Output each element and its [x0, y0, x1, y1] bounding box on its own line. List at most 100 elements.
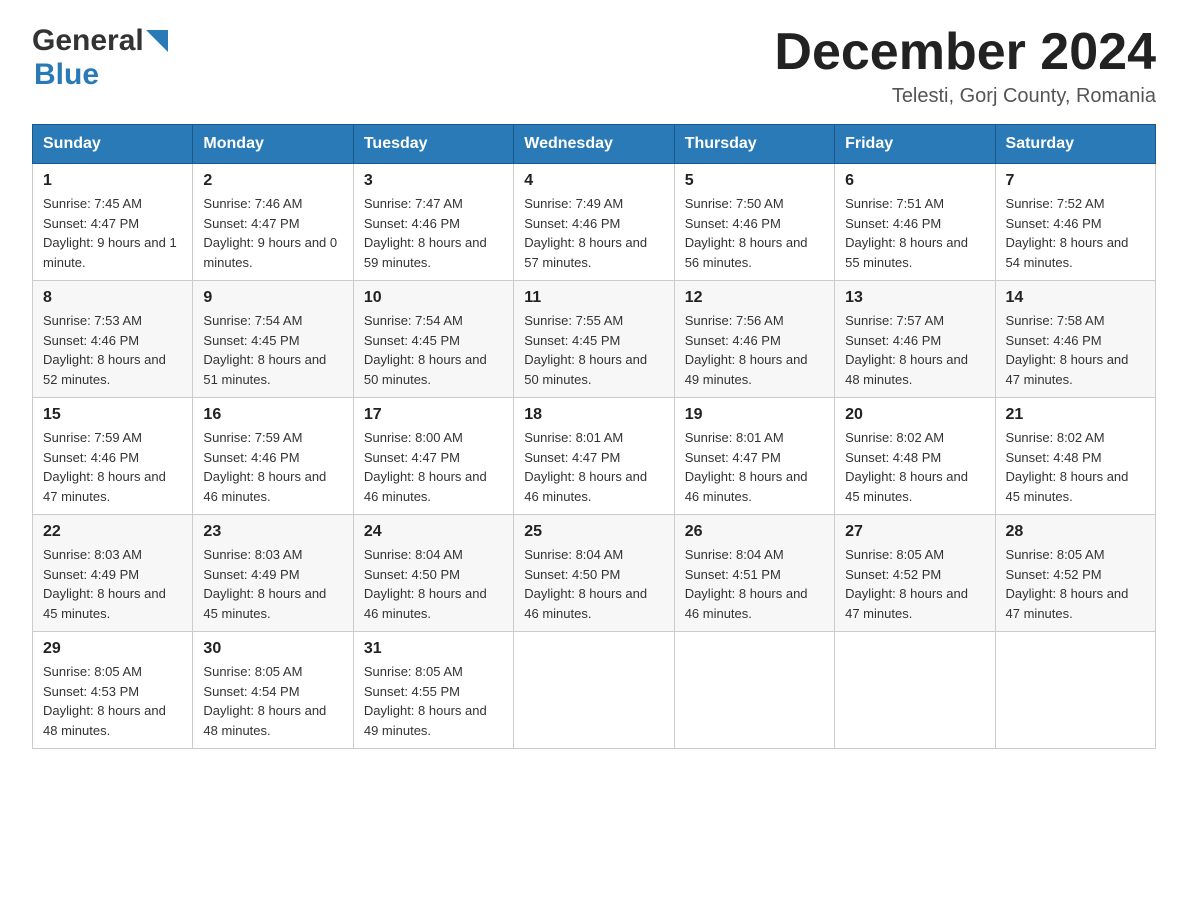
calendar-cell: 31 Sunrise: 8:05 AMSunset: 4:55 PMDaylig…	[353, 632, 513, 749]
day-number: 24	[364, 523, 503, 541]
day-number: 13	[845, 289, 984, 307]
day-info: Sunrise: 8:04 AMSunset: 4:51 PMDaylight:…	[685, 547, 808, 621]
calendar-cell: 10 Sunrise: 7:54 AMSunset: 4:45 PMDaylig…	[353, 281, 513, 398]
day-number: 25	[524, 523, 663, 541]
calendar-cell: 18 Sunrise: 8:01 AMSunset: 4:47 PMDaylig…	[514, 398, 674, 515]
day-number: 31	[364, 640, 503, 658]
calendar-cell: 27 Sunrise: 8:05 AMSunset: 4:52 PMDaylig…	[835, 515, 995, 632]
day-info: Sunrise: 7:54 AMSunset: 4:45 PMDaylight:…	[364, 313, 487, 387]
day-info: Sunrise: 7:56 AMSunset: 4:46 PMDaylight:…	[685, 313, 808, 387]
day-info: Sunrise: 8:05 AMSunset: 4:54 PMDaylight:…	[203, 664, 326, 738]
day-number: 23	[203, 523, 342, 541]
logo: General Blue	[32, 24, 168, 92]
calendar-cell	[514, 632, 674, 749]
day-info: Sunrise: 8:04 AMSunset: 4:50 PMDaylight:…	[364, 547, 487, 621]
day-number: 16	[203, 406, 342, 424]
calendar-cell: 11 Sunrise: 7:55 AMSunset: 4:45 PMDaylig…	[514, 281, 674, 398]
day-number: 14	[1006, 289, 1145, 307]
logo-blue-text: Blue	[34, 58, 99, 92]
day-info: Sunrise: 7:49 AMSunset: 4:46 PMDaylight:…	[524, 196, 647, 270]
calendar-cell: 7 Sunrise: 7:52 AMSunset: 4:46 PMDayligh…	[995, 164, 1155, 281]
day-info: Sunrise: 7:59 AMSunset: 4:46 PMDaylight:…	[43, 430, 166, 504]
calendar-cell: 22 Sunrise: 8:03 AMSunset: 4:49 PMDaylig…	[33, 515, 193, 632]
day-info: Sunrise: 8:01 AMSunset: 4:47 PMDaylight:…	[524, 430, 647, 504]
day-info: Sunrise: 8:03 AMSunset: 4:49 PMDaylight:…	[43, 547, 166, 621]
calendar-cell: 9 Sunrise: 7:54 AMSunset: 4:45 PMDayligh…	[193, 281, 353, 398]
day-info: Sunrise: 8:02 AMSunset: 4:48 PMDaylight:…	[845, 430, 968, 504]
day-number: 26	[685, 523, 824, 541]
day-info: Sunrise: 7:54 AMSunset: 4:45 PMDaylight:…	[203, 313, 326, 387]
day-number: 19	[685, 406, 824, 424]
day-info: Sunrise: 7:59 AMSunset: 4:46 PMDaylight:…	[203, 430, 326, 504]
calendar-cell: 25 Sunrise: 8:04 AMSunset: 4:50 PMDaylig…	[514, 515, 674, 632]
day-info: Sunrise: 7:55 AMSunset: 4:45 PMDaylight:…	[524, 313, 647, 387]
calendar-cell: 21 Sunrise: 8:02 AMSunset: 4:48 PMDaylig…	[995, 398, 1155, 515]
calendar-cell: 24 Sunrise: 8:04 AMSunset: 4:50 PMDaylig…	[353, 515, 513, 632]
day-info: Sunrise: 7:50 AMSunset: 4:46 PMDaylight:…	[685, 196, 808, 270]
day-number: 21	[1006, 406, 1145, 424]
day-number: 12	[685, 289, 824, 307]
calendar-cell: 19 Sunrise: 8:01 AMSunset: 4:47 PMDaylig…	[674, 398, 834, 515]
calendar-cell: 3 Sunrise: 7:47 AMSunset: 4:46 PMDayligh…	[353, 164, 513, 281]
header-saturday: Saturday	[995, 125, 1155, 164]
day-number: 8	[43, 289, 182, 307]
calendar-cell: 17 Sunrise: 8:00 AMSunset: 4:47 PMDaylig…	[353, 398, 513, 515]
day-info: Sunrise: 7:52 AMSunset: 4:46 PMDaylight:…	[1006, 196, 1129, 270]
day-number: 30	[203, 640, 342, 658]
calendar-cell	[835, 632, 995, 749]
calendar-cell: 16 Sunrise: 7:59 AMSunset: 4:46 PMDaylig…	[193, 398, 353, 515]
day-info: Sunrise: 7:46 AMSunset: 4:47 PMDaylight:…	[203, 196, 337, 270]
day-number: 1	[43, 172, 182, 190]
logo-arrow-icon	[146, 30, 168, 52]
calendar-cell	[995, 632, 1155, 749]
day-number: 6	[845, 172, 984, 190]
day-info: Sunrise: 7:47 AMSunset: 4:46 PMDaylight:…	[364, 196, 487, 270]
day-number: 3	[364, 172, 503, 190]
location-subtitle: Telesti, Gorj County, Romania	[774, 85, 1156, 108]
day-info: Sunrise: 8:05 AMSunset: 4:55 PMDaylight:…	[364, 664, 487, 738]
calendar-cell: 15 Sunrise: 7:59 AMSunset: 4:46 PMDaylig…	[33, 398, 193, 515]
day-number: 5	[685, 172, 824, 190]
day-number: 4	[524, 172, 663, 190]
day-number: 15	[43, 406, 182, 424]
day-info: Sunrise: 7:58 AMSunset: 4:46 PMDaylight:…	[1006, 313, 1129, 387]
month-year-title: December 2024	[774, 24, 1156, 81]
calendar-cell: 2 Sunrise: 7:46 AMSunset: 4:47 PMDayligh…	[193, 164, 353, 281]
calendar-cell: 8 Sunrise: 7:53 AMSunset: 4:46 PMDayligh…	[33, 281, 193, 398]
logo-general-text: General	[32, 24, 144, 58]
header-friday: Friday	[835, 125, 995, 164]
day-info: Sunrise: 8:04 AMSunset: 4:50 PMDaylight:…	[524, 547, 647, 621]
day-info: Sunrise: 7:53 AMSunset: 4:46 PMDaylight:…	[43, 313, 166, 387]
calendar-cell: 12 Sunrise: 7:56 AMSunset: 4:46 PMDaylig…	[674, 281, 834, 398]
calendar-week-row: 1 Sunrise: 7:45 AMSunset: 4:47 PMDayligh…	[33, 164, 1156, 281]
day-info: Sunrise: 7:57 AMSunset: 4:46 PMDaylight:…	[845, 313, 968, 387]
calendar-cell: 1 Sunrise: 7:45 AMSunset: 4:47 PMDayligh…	[33, 164, 193, 281]
day-info: Sunrise: 8:01 AMSunset: 4:47 PMDaylight:…	[685, 430, 808, 504]
day-info: Sunrise: 7:45 AMSunset: 4:47 PMDaylight:…	[43, 196, 177, 270]
calendar-week-row: 15 Sunrise: 7:59 AMSunset: 4:46 PMDaylig…	[33, 398, 1156, 515]
day-number: 7	[1006, 172, 1145, 190]
day-number: 10	[364, 289, 503, 307]
day-info: Sunrise: 8:05 AMSunset: 4:52 PMDaylight:…	[845, 547, 968, 621]
calendar-cell: 5 Sunrise: 7:50 AMSunset: 4:46 PMDayligh…	[674, 164, 834, 281]
calendar-cell: 4 Sunrise: 7:49 AMSunset: 4:46 PMDayligh…	[514, 164, 674, 281]
day-number: 2	[203, 172, 342, 190]
calendar-cell: 30 Sunrise: 8:05 AMSunset: 4:54 PMDaylig…	[193, 632, 353, 749]
day-info: Sunrise: 8:05 AMSunset: 4:52 PMDaylight:…	[1006, 547, 1129, 621]
day-number: 28	[1006, 523, 1145, 541]
day-number: 17	[364, 406, 503, 424]
day-number: 9	[203, 289, 342, 307]
page-header: General Blue December 2024 Telesti, Gorj…	[32, 24, 1156, 108]
day-number: 18	[524, 406, 663, 424]
calendar-cell: 14 Sunrise: 7:58 AMSunset: 4:46 PMDaylig…	[995, 281, 1155, 398]
calendar-cell: 13 Sunrise: 7:57 AMSunset: 4:46 PMDaylig…	[835, 281, 995, 398]
day-number: 27	[845, 523, 984, 541]
day-number: 22	[43, 523, 182, 541]
calendar-cell: 29 Sunrise: 8:05 AMSunset: 4:53 PMDaylig…	[33, 632, 193, 749]
calendar-cell: 6 Sunrise: 7:51 AMSunset: 4:46 PMDayligh…	[835, 164, 995, 281]
calendar-week-row: 8 Sunrise: 7:53 AMSunset: 4:46 PMDayligh…	[33, 281, 1156, 398]
header-monday: Monday	[193, 125, 353, 164]
calendar-week-row: 22 Sunrise: 8:03 AMSunset: 4:49 PMDaylig…	[33, 515, 1156, 632]
calendar-cell: 26 Sunrise: 8:04 AMSunset: 4:51 PMDaylig…	[674, 515, 834, 632]
day-info: Sunrise: 8:02 AMSunset: 4:48 PMDaylight:…	[1006, 430, 1129, 504]
